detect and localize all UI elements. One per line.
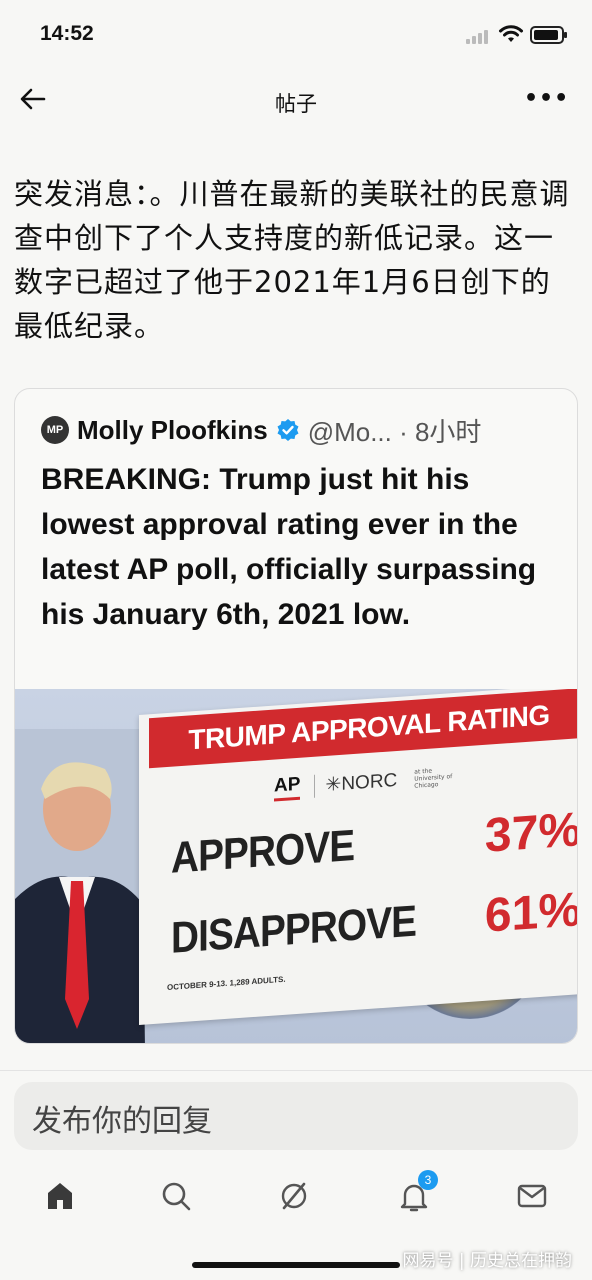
quoted-post-header: MP Molly Ploofkins @Mo... · 8小时 xyxy=(41,413,571,447)
trump-photo xyxy=(15,729,145,1043)
status-time: 14:52 xyxy=(40,22,94,45)
tab-search[interactable] xyxy=(158,1178,198,1218)
poll-row-disapprove: DISAPPROVE 61% xyxy=(171,882,578,966)
quoted-post[interactable]: MP Molly Ploofkins @Mo... · 8小时 BREAKING… xyxy=(14,388,578,1044)
poll-label: APPROVE xyxy=(171,820,355,883)
poll-header: TRUMP APPROVAL RATING xyxy=(149,689,577,769)
poll-label: DISAPPROVE xyxy=(171,896,417,963)
search-icon xyxy=(162,1182,191,1211)
tab-messages[interactable] xyxy=(514,1178,554,1218)
watermark: 网易号 | 历史总在押韵 xyxy=(402,1251,572,1271)
verified-badge-icon xyxy=(277,419,299,441)
bottom-tab-bar: 3 xyxy=(0,1168,592,1228)
poll-image[interactable]: TRUMP APPROVAL RATING AP ✳NORC at the Un… xyxy=(15,689,578,1043)
home-icon xyxy=(48,1183,72,1209)
divider xyxy=(0,1070,592,1071)
reply-input[interactable]: 发布你的回复 xyxy=(14,1082,578,1150)
wifi-icon xyxy=(499,25,523,42)
norc-subtitle: at the University of Chicago xyxy=(414,767,453,790)
poll-value: 61% xyxy=(484,883,578,943)
home-indicator xyxy=(192,1262,400,1268)
mail-icon xyxy=(517,1184,547,1208)
grok-icon xyxy=(281,1182,307,1210)
signal-icon xyxy=(466,30,490,44)
poll-board: TRUMP APPROVAL RATING AP ✳NORC at the Un… xyxy=(139,689,578,1025)
tab-grok[interactable] xyxy=(276,1178,316,1218)
poll-value: 37% xyxy=(484,803,578,863)
poll-logos: AP ✳NORC at the University of Chicago xyxy=(274,763,454,802)
status-bar: 14:52 xyxy=(0,0,592,70)
avatar[interactable]: MP xyxy=(41,416,69,444)
tab-home[interactable] xyxy=(42,1178,82,1218)
page-title: 帖子 xyxy=(275,92,317,116)
post-text: 突发消息：。川普在最新的美联社的民意调查中创下了个人支持度的新低记录。这一数字已… xyxy=(14,177,570,343)
battery-icon xyxy=(530,26,567,44)
quoted-post-text: BREAKING: Trump just hit his lowest appr… xyxy=(41,463,537,631)
more-options-button[interactable]: ••• xyxy=(524,86,570,114)
poll-row-approve: APPROVE 37% xyxy=(171,802,578,886)
top-nav: 帖子 ••• xyxy=(0,72,592,128)
more-icon: ••• xyxy=(524,86,570,111)
tab-notifications[interactable]: 3 xyxy=(396,1170,438,1218)
ap-logo: AP xyxy=(274,773,301,802)
author-name[interactable]: Molly Ploofkins xyxy=(77,415,268,446)
author-handle: @Mo... · 8小时 xyxy=(307,416,482,447)
reply-placeholder: 发布你的回复 xyxy=(32,1104,212,1139)
poll-note: OCTOBER 9-13. 1,289 ADULTS. xyxy=(167,974,286,993)
notification-badge: 3 xyxy=(418,1170,438,1190)
norc-logo: ✳NORC xyxy=(314,768,398,798)
